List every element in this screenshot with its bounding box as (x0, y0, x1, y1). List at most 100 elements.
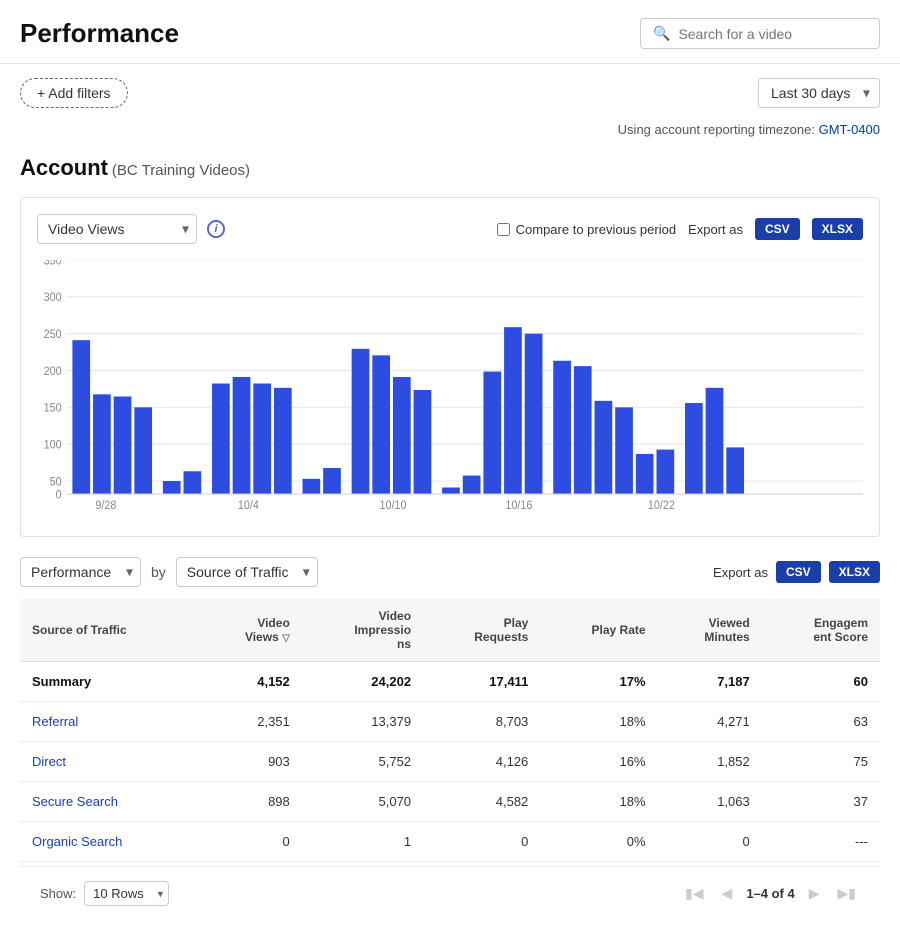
cell-organic-search-impressions: 1 (302, 822, 423, 862)
traffic-select-wrapper: Source of Traffic (176, 557, 318, 587)
cell-secure-search-viewed-minutes: 1,063 (658, 782, 762, 822)
metric-select[interactable]: Video Views Video Impressions Play Reque… (37, 214, 197, 244)
traffic-select[interactable]: Source of Traffic (176, 557, 318, 587)
cell-direct-engagement: 75 (762, 742, 880, 782)
svg-text:300: 300 (44, 292, 62, 305)
last-page-button[interactable]: ▶▮ (834, 881, 860, 906)
table-export-csv-button[interactable]: CSV (776, 561, 821, 583)
svg-text:200: 200 (44, 365, 62, 378)
timezone-link[interactable]: GMT-0400 (819, 122, 880, 137)
svg-text:350: 350 (44, 260, 62, 267)
timezone-text: Using account reporting timezone: (618, 122, 815, 137)
compare-checkbox-input[interactable] (497, 223, 510, 236)
rows-select-wrapper: 10 Rows 25 Rows 50 Rows (84, 881, 169, 906)
svg-text:100: 100 (44, 439, 62, 452)
chart-toolbar: Video Views Video Impressions Play Reque… (37, 214, 863, 244)
cell-secure-search-views: 898 (198, 782, 301, 822)
col-views: VideoViews ▽ (198, 599, 301, 662)
cell-organic-search-engagement: --- (762, 822, 880, 862)
cell-referral-name: Referral (20, 702, 198, 742)
svg-text:10/4: 10/4 (238, 500, 259, 513)
cell-organic-search-play-rate: 0% (540, 822, 657, 862)
metric-select-wrapper: Video Views Video Impressions Play Reque… (37, 214, 197, 244)
cell-organic-search-name: Organic Search (20, 822, 198, 862)
perf-select-wrapper: Performance (20, 557, 141, 587)
page-title: Performance (20, 18, 179, 49)
col-play-rate: Play Rate (540, 599, 657, 662)
table-row-summary: Summary 4,152 24,202 17,411 17% 7,187 60 (20, 662, 880, 702)
prev-page-button[interactable]: ◀ (718, 881, 737, 906)
compare-label: Compare to previous period (516, 222, 676, 237)
pagination: Show: 10 Rows 25 Rows 50 Rows ▮◀ ◀ 1–4 o… (20, 866, 880, 920)
table-export-label: Export as (713, 565, 768, 580)
pagination-controls: ▮◀ ◀ 1–4 of 4 ▶ ▶▮ (681, 881, 860, 906)
table-section: Performance by Source of Traffic Export … (20, 557, 880, 920)
organic-search-link[interactable]: Organic Search (32, 834, 122, 849)
toolbar: + Add filters Last 30 days Last 7 days L… (0, 64, 900, 122)
svg-text:0: 0 (56, 489, 62, 502)
perf-select[interactable]: Performance (20, 557, 141, 587)
timezone-row: Using account reporting timezone: GMT-04… (0, 122, 900, 147)
chart-export-csv-button[interactable]: CSV (755, 218, 800, 240)
referral-link[interactable]: Referral (32, 714, 78, 729)
table-toolbar: Performance by Source of Traffic Export … (20, 557, 880, 587)
table-row-direct: Direct 903 5,752 4,126 16% 1,852 75 (20, 742, 880, 782)
col-impressions: VideoImpressions (302, 599, 423, 662)
direct-link[interactable]: Direct (32, 754, 66, 769)
date-range-select[interactable]: Last 30 days Last 7 days Last 90 days Cu… (758, 78, 880, 108)
cell-referral-play-rate: 18% (540, 702, 657, 742)
cell-organic-search-play-requests: 0 (423, 822, 540, 862)
info-icon[interactable]: i (207, 220, 225, 238)
chart-export-xlsx-button[interactable]: XLSX (812, 218, 863, 240)
cell-secure-search-play-rate: 18% (540, 782, 657, 822)
cell-referral-engagement: 63 (762, 702, 880, 742)
secure-search-link[interactable]: Secure Search (32, 794, 118, 809)
cell-referral-views: 2,351 (198, 702, 301, 742)
cell-summary-play-rate: 17% (540, 662, 657, 702)
table-export-xlsx-button[interactable]: XLSX (829, 561, 880, 583)
col-play-requests: PlayRequests (423, 599, 540, 662)
data-table: Source of Traffic VideoViews ▽ VideoImpr… (20, 599, 880, 862)
chart-toolbar-right: Compare to previous period Export as CSV… (497, 218, 863, 240)
svg-text:10/22: 10/22 (648, 500, 675, 513)
page-header: Performance 🔍 (0, 0, 900, 64)
account-subtitle: (BC Training Videos) (112, 162, 250, 179)
cell-direct-name: Direct (20, 742, 198, 782)
table-header: Source of Traffic VideoViews ▽ VideoImpr… (20, 599, 880, 662)
add-filters-button[interactable]: + Add filters (20, 78, 128, 108)
account-section: Account (BC Training Videos) (0, 147, 900, 197)
cell-secure-search-name: Secure Search (20, 782, 198, 822)
chart-toolbar-left: Video Views Video Impressions Play Reque… (37, 214, 225, 244)
col-engagement: Engagement Score (762, 599, 880, 662)
search-input[interactable] (678, 26, 867, 42)
cell-direct-play-requests: 4,126 (423, 742, 540, 782)
chart-svg: 350 300 250 200 150 100 50 0 (37, 260, 863, 520)
table-toolbar-right: Export as CSV XLSX (713, 561, 880, 583)
cell-direct-impressions: 5,752 (302, 742, 423, 782)
cell-summary-views: 4,152 (198, 662, 301, 702)
show-label: Show: (40, 886, 76, 901)
cell-summary-name: Summary (20, 662, 198, 702)
cell-summary-impressions: 24,202 (302, 662, 423, 702)
svg-text:9/28: 9/28 (95, 500, 116, 513)
cell-summary-play-requests: 17,411 (423, 662, 540, 702)
compare-checkbox-label[interactable]: Compare to previous period (497, 222, 676, 237)
svg-text:250: 250 (44, 329, 62, 342)
chart-area: 350 300 250 200 150 100 50 0 (37, 260, 863, 520)
table-row-referral: Referral 2,351 13,379 8,703 18% 4,271 63 (20, 702, 880, 742)
search-icon: 🔍 (653, 25, 670, 42)
cell-organic-search-views: 0 (198, 822, 301, 862)
cell-secure-search-impressions: 5,070 (302, 782, 423, 822)
table-row-organic-search: Organic Search 0 1 0 0% 0 --- (20, 822, 880, 862)
cell-summary-engagement: 60 (762, 662, 880, 702)
by-label: by (151, 564, 166, 580)
first-page-button[interactable]: ▮◀ (681, 881, 707, 906)
rows-per-page-select[interactable]: 10 Rows 25 Rows 50 Rows (84, 881, 169, 906)
export-label: Export as (688, 222, 743, 237)
search-box[interactable]: 🔍 (640, 18, 880, 49)
cell-direct-play-rate: 16% (540, 742, 657, 782)
date-range-wrapper: Last 30 days Last 7 days Last 90 days Cu… (758, 78, 880, 108)
col-source: Source of Traffic (20, 599, 198, 662)
svg-text:10/10: 10/10 (379, 500, 406, 513)
next-page-button[interactable]: ▶ (805, 881, 824, 906)
